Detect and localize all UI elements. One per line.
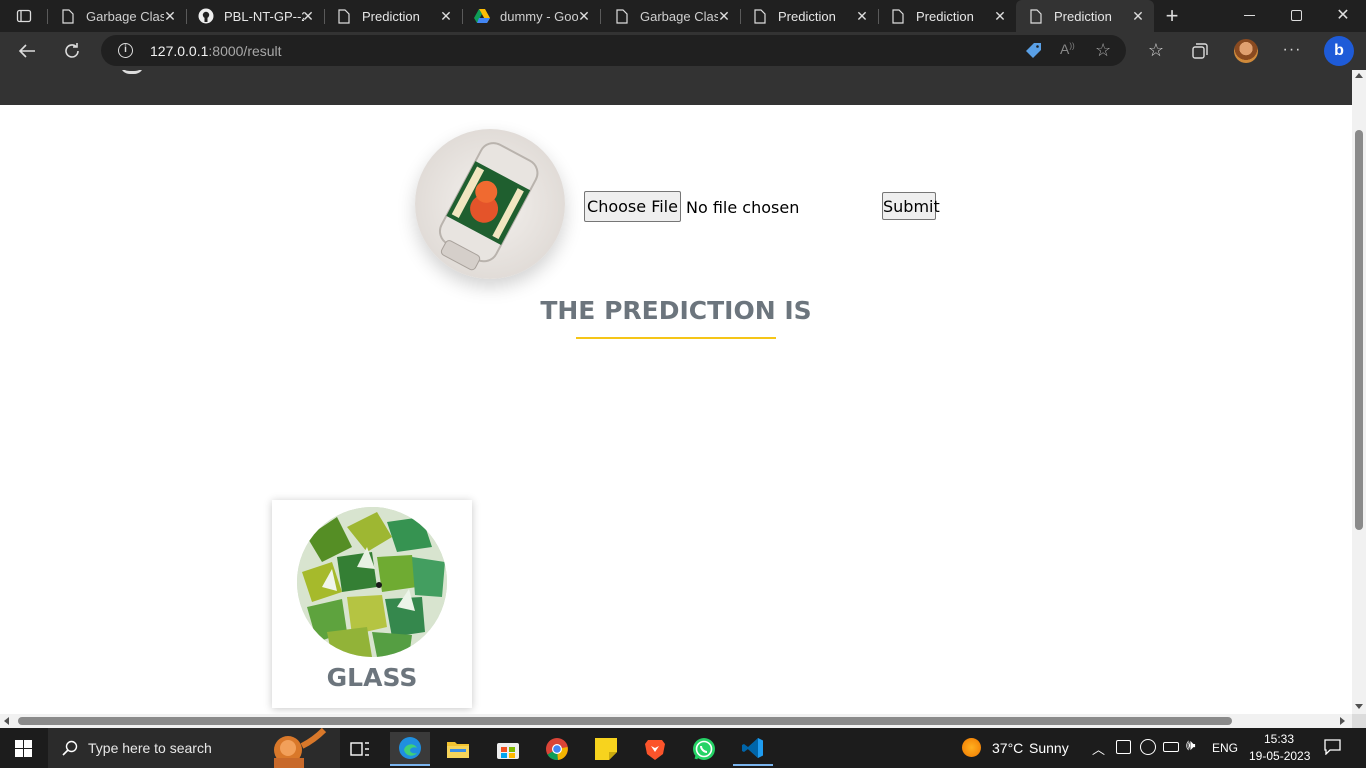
- collections-icon[interactable]: [1190, 41, 1210, 61]
- tab-7-active[interactable]: Prediction ✕: [1016, 0, 1154, 32]
- vertical-scrollbar[interactable]: [1352, 70, 1366, 715]
- search-placeholder: Type here to search: [88, 740, 212, 756]
- refresh-icon[interactable]: [62, 41, 82, 61]
- search-icon: [62, 740, 78, 756]
- tab-2[interactable]: Prediction ✕: [324, 0, 462, 32]
- search-highlight-image: [258, 727, 338, 768]
- github-icon: [198, 8, 214, 24]
- microsoft-store-icon[interactable]: [488, 732, 528, 766]
- tab-6[interactable]: Prediction ✕: [878, 0, 1016, 32]
- close-icon[interactable]: ✕: [992, 8, 1008, 24]
- horizontal-scrollbar[interactable]: [0, 714, 1352, 728]
- coupon-icon[interactable]: [1025, 42, 1042, 59]
- result-label: GLASS: [326, 663, 418, 692]
- page-icon: [336, 8, 352, 24]
- page-icon: [752, 8, 768, 24]
- clock-date[interactable]: 19-05-2023: [1249, 749, 1310, 763]
- site-header: [0, 70, 1352, 105]
- tab-title: dummy - Goo: [500, 8, 578, 24]
- chrome-icon[interactable]: [537, 732, 577, 766]
- brave-icon[interactable]: [635, 732, 675, 766]
- tab-0[interactable]: Garbage Class ✕: [48, 0, 186, 32]
- task-view-icon[interactable]: [340, 732, 380, 766]
- bing-chat-icon[interactable]: b: [1324, 36, 1354, 66]
- temperature: 37°C: [992, 740, 1024, 756]
- prediction-heading: THE PREDICTION IS: [540, 296, 812, 325]
- vertical-scroll-thumb[interactable]: [1355, 130, 1363, 530]
- notifications-icon[interactable]: [1324, 739, 1341, 756]
- windows-taskbar: Type here to search 37°C Sunny ︿ 🕪 ENG 1…: [0, 727, 1366, 768]
- restore-icon[interactable]: [1291, 10, 1302, 21]
- language-indicator[interactable]: ENG: [1212, 741, 1238, 755]
- edge-taskbar-icon[interactable]: [390, 732, 430, 766]
- close-icon[interactable]: ✕: [438, 8, 454, 24]
- file-status-text: No file chosen: [686, 198, 800, 217]
- scroll-left-arrow[interactable]: [4, 717, 9, 725]
- tab-title: PBL-NT-GP--2: [224, 8, 304, 24]
- favorites-icon[interactable]: ☆: [1146, 40, 1166, 60]
- file-explorer-icon[interactable]: [438, 732, 478, 766]
- battery-icon[interactable]: [1163, 742, 1179, 752]
- weather-text: Sunny: [1029, 740, 1069, 756]
- tray-app-icon[interactable]: [1116, 740, 1131, 754]
- tab-4[interactable]: Garbage Class ✕: [602, 0, 740, 32]
- profile-avatar[interactable]: [1234, 39, 1258, 63]
- clock-time[interactable]: 15:33: [1264, 732, 1294, 746]
- add-favorite-icon[interactable]: ☆: [1095, 40, 1111, 61]
- browser-toolbar: i 127.0.0.1:8000/result A)) ☆ ☆ ··· b: [0, 32, 1366, 70]
- url-host: 127.0.0.1: [150, 42, 209, 59]
- heading-underline: [576, 337, 776, 339]
- choose-file-button[interactable]: Choose File: [584, 191, 681, 222]
- tab-3[interactable]: dummy - Goo ✕: [462, 0, 600, 32]
- tab-title: Garbage Class: [86, 8, 164, 24]
- close-icon[interactable]: ✕: [300, 8, 316, 24]
- new-tab-icon[interactable]: +: [1162, 5, 1182, 27]
- vscode-icon[interactable]: [733, 732, 773, 766]
- window-close-icon[interactable]: ✕: [1334, 6, 1352, 26]
- tab-actions-icon[interactable]: [16, 8, 32, 24]
- close-icon[interactable]: ✕: [854, 8, 870, 24]
- taskbar-search-box[interactable]: Type here to search: [48, 727, 340, 768]
- chevron-up-icon[interactable]: ︿: [1092, 739, 1105, 758]
- close-icon[interactable]: ✕: [716, 8, 732, 24]
- tab-strip: Garbage Class ✕ PBL-NT-GP--2 ✕ Predictio…: [0, 0, 1366, 32]
- weather-icon[interactable]: [962, 738, 981, 757]
- windows-start-icon[interactable]: [15, 740, 32, 757]
- read-aloud-icon[interactable]: A)): [1060, 41, 1075, 57]
- info-icon[interactable]: i: [118, 43, 133, 58]
- tab-5[interactable]: Prediction ✕: [740, 0, 878, 32]
- scroll-up-arrow[interactable]: [1355, 73, 1363, 78]
- page-icon: [1028, 8, 1044, 24]
- result-image: [297, 507, 447, 657]
- scroll-corner: [1352, 714, 1366, 728]
- google-drive-icon: [474, 8, 490, 24]
- page-icon: [60, 8, 76, 24]
- minimize-icon[interactable]: [1244, 15, 1255, 16]
- close-icon[interactable]: ✕: [162, 8, 178, 24]
- horizontal-scroll-thumb[interactable]: [18, 717, 1232, 725]
- close-icon[interactable]: ✕: [576, 8, 592, 24]
- uploaded-image-thumbnail: [415, 129, 565, 279]
- sticky-notes-icon[interactable]: [586, 732, 626, 766]
- address-bar[interactable]: i 127.0.0.1:8000/result A)) ☆: [101, 35, 1126, 66]
- volume-icon[interactable]: 🕪: [1186, 737, 1195, 754]
- tab-title: Garbage Class: [640, 8, 718, 24]
- back-icon[interactable]: [17, 41, 37, 61]
- language-globe-icon[interactable]: [1140, 739, 1156, 755]
- page-viewport: Choose File No file chosen Submit THE PR…: [0, 70, 1352, 715]
- scroll-down-arrow[interactable]: [1355, 704, 1363, 709]
- page-icon: [614, 8, 630, 24]
- scroll-right-arrow[interactable]: [1340, 717, 1345, 725]
- header-title-fragment: [120, 70, 144, 74]
- result-card: GLASS: [272, 500, 472, 708]
- close-icon[interactable]: ✕: [1130, 8, 1146, 24]
- submit-button[interactable]: Submit: [882, 192, 940, 220]
- page-icon: [890, 8, 906, 24]
- tab-1[interactable]: PBL-NT-GP--2 ✕: [186, 0, 324, 32]
- more-options-icon[interactable]: ···: [1282, 40, 1302, 60]
- whatsapp-icon[interactable]: [684, 732, 724, 766]
- url-path: :8000/result: [208, 42, 282, 59]
